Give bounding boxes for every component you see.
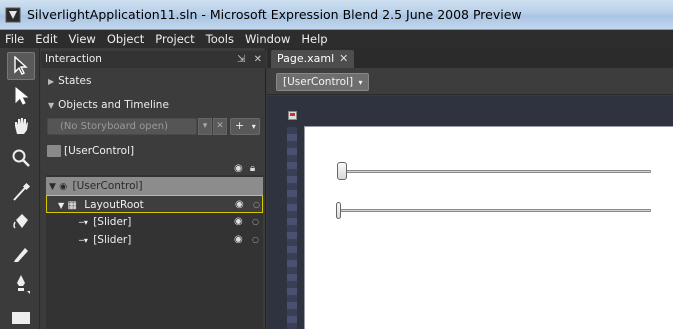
lock-icon[interactable]: 🔒︎ [250,163,255,174]
scope-row[interactable]: [UserControl] [47,145,134,157]
tab-label: Page.xaml [277,52,335,65]
slider-1-track[interactable] [343,170,651,173]
pen-tool[interactable] [7,270,35,298]
tree-label-slider-1: [Slider] [93,216,132,228]
menu-edit[interactable]: Edit [35,32,57,46]
storyboard-placeholder: (No Storyboard open) [60,121,169,132]
slider-2-track[interactable] [339,209,651,212]
slider-icon: ─▾ [79,236,88,245]
tree-row-usercontrol[interactable]: ▼ ◉ [UserControl] [46,177,263,195]
menu-window[interactable]: Window [245,32,290,46]
storyboard-picker[interactable]: (No Storyboard open) [47,118,197,135]
selection-arrow-icon [14,56,28,75]
breadcrumb-usercontrol[interactable]: [UserControl] ▾ [276,73,370,91]
pin-icon[interactable]: ⇲ [237,54,245,65]
scope-up-icon[interactable] [47,145,61,157]
selection-tool[interactable] [7,52,35,80]
eyedropper-tool[interactable] [7,178,35,206]
tree-label-usercontrol: [UserControl] [72,180,143,192]
grid-icon: ▦ [67,200,77,211]
storyboard-options-button[interactable]: ▾ [198,118,212,135]
tree-row-slider-2[interactable]: ─▾ [Slider] ◉ ○ [46,231,263,249]
menu-object[interactable]: Object [107,32,144,46]
add-label: + [235,119,245,132]
artboard-grid-strip [287,127,297,329]
direct-selection-icon [15,86,29,105]
states-section-header[interactable]: ▶ States [41,71,266,91]
lock-dot-icon[interactable]: ○ [252,213,259,231]
element-eye-icon: ◉ [59,182,68,192]
chevron-down-icon: ▾ [358,78,363,87]
slider-1-thumb[interactable] [337,162,347,180]
lock-dot-icon[interactable]: ○ [253,196,260,214]
document-tabs: Page.xaml ✕ [267,48,673,68]
states-label: States [58,75,92,87]
dropdown-icon: ▾ [251,122,256,131]
collapse-circle-icon[interactable]: ▼ [49,182,56,192]
slider-2-thumb[interactable] [336,202,341,219]
interaction-panel-title: Interaction [45,53,102,65]
tab-page-xaml[interactable]: Page.xaml ✕ [271,50,355,68]
tree-label-layoutroot: LayoutRoot [84,199,144,211]
new-storyboard-button[interactable]: + ▾ [230,118,260,135]
pen-icon [17,275,30,294]
objects-timeline-section-header[interactable]: ▼ Objects and Timeline [41,95,266,115]
menu-help[interactable]: Help [301,32,327,46]
paint-bucket-tool[interactable] [7,208,35,236]
visibility-eye-icon[interactable]: ◉ [235,196,244,214]
pan-tool[interactable] [7,112,35,140]
eye-icon[interactable]: ◉ [234,163,243,174]
close-storyboard-button[interactable]: ✕ [213,118,227,135]
collapse-arrow-icon: ▼ [48,101,55,110]
breadcrumb-label: [UserControl] [283,76,354,88]
zoom-tool[interactable] [7,144,35,172]
toolbox [0,48,40,329]
options-icon: ▾ [202,121,208,131]
tree-label-slider-2: [Slider] [93,234,132,246]
blend-app-icon [5,7,21,23]
window-title: SilverlightApplication11.sln - Microsoft… [27,7,522,22]
rectangle-icon [12,312,30,324]
tree-row-slider-1[interactable]: ─▾ [Slider] ◉ ○ [46,213,263,231]
eyedropper-icon [13,182,31,201]
rectangle-tool[interactable] [7,304,35,329]
pencil-icon [14,248,28,262]
paint-bucket-icon [13,214,28,229]
visibility-eye-icon[interactable]: ◉ [234,231,243,249]
artboard-settings-icon[interactable] [288,111,297,120]
collapse-arrow-icon[interactable]: ▼ [58,201,64,210]
artboard[interactable] [304,126,673,329]
pencil-tool[interactable] [7,240,35,268]
object-tree: ▼ ◉ [UserControl] ▼ ▦ LayoutRoot ◉ ○ ─▾ … [46,175,263,329]
interaction-panel-header: Interaction ⇲ ✕ [41,51,266,68]
close-panel-icon[interactable]: ✕ [254,54,262,65]
menu-view[interactable]: View [69,32,96,46]
close-icon: ✕ [216,121,224,131]
direct-selection-tool[interactable] [7,82,35,110]
zoom-icon [12,149,30,167]
lock-dot-icon[interactable]: ○ [252,231,259,249]
breadcrumb-bar: [UserControl] ▾ [267,68,673,95]
title-bar: SilverlightApplication11.sln - Microsoft… [0,0,673,30]
menu-bar: File Edit View Object Project Tools Wind… [0,30,673,48]
design-surface[interactable] [267,96,673,329]
menu-project[interactable]: Project [155,32,194,46]
menu-file[interactable]: File [5,32,24,46]
interaction-panel: Interaction ⇲ ✕ ▶ States ▼ Objects and Tim… [41,48,266,329]
tree-row-layoutroot[interactable]: ▼ ▦ LayoutRoot ◉ ○ [46,195,263,213]
scope-label: [UserControl] [64,145,135,157]
visibility-eye-icon[interactable]: ◉ [234,213,243,231]
slider-icon: ─▾ [79,218,88,227]
objects-timeline-label: Objects and Timeline [58,99,169,111]
document-area: Page.xaml ✕ [UserControl] ▾ [267,48,673,329]
expand-arrow-icon: ▶ [48,77,55,86]
pan-hand-icon [15,118,28,134]
menu-tools[interactable]: Tools [206,32,234,46]
close-tab-icon[interactable]: ✕ [339,52,348,65]
